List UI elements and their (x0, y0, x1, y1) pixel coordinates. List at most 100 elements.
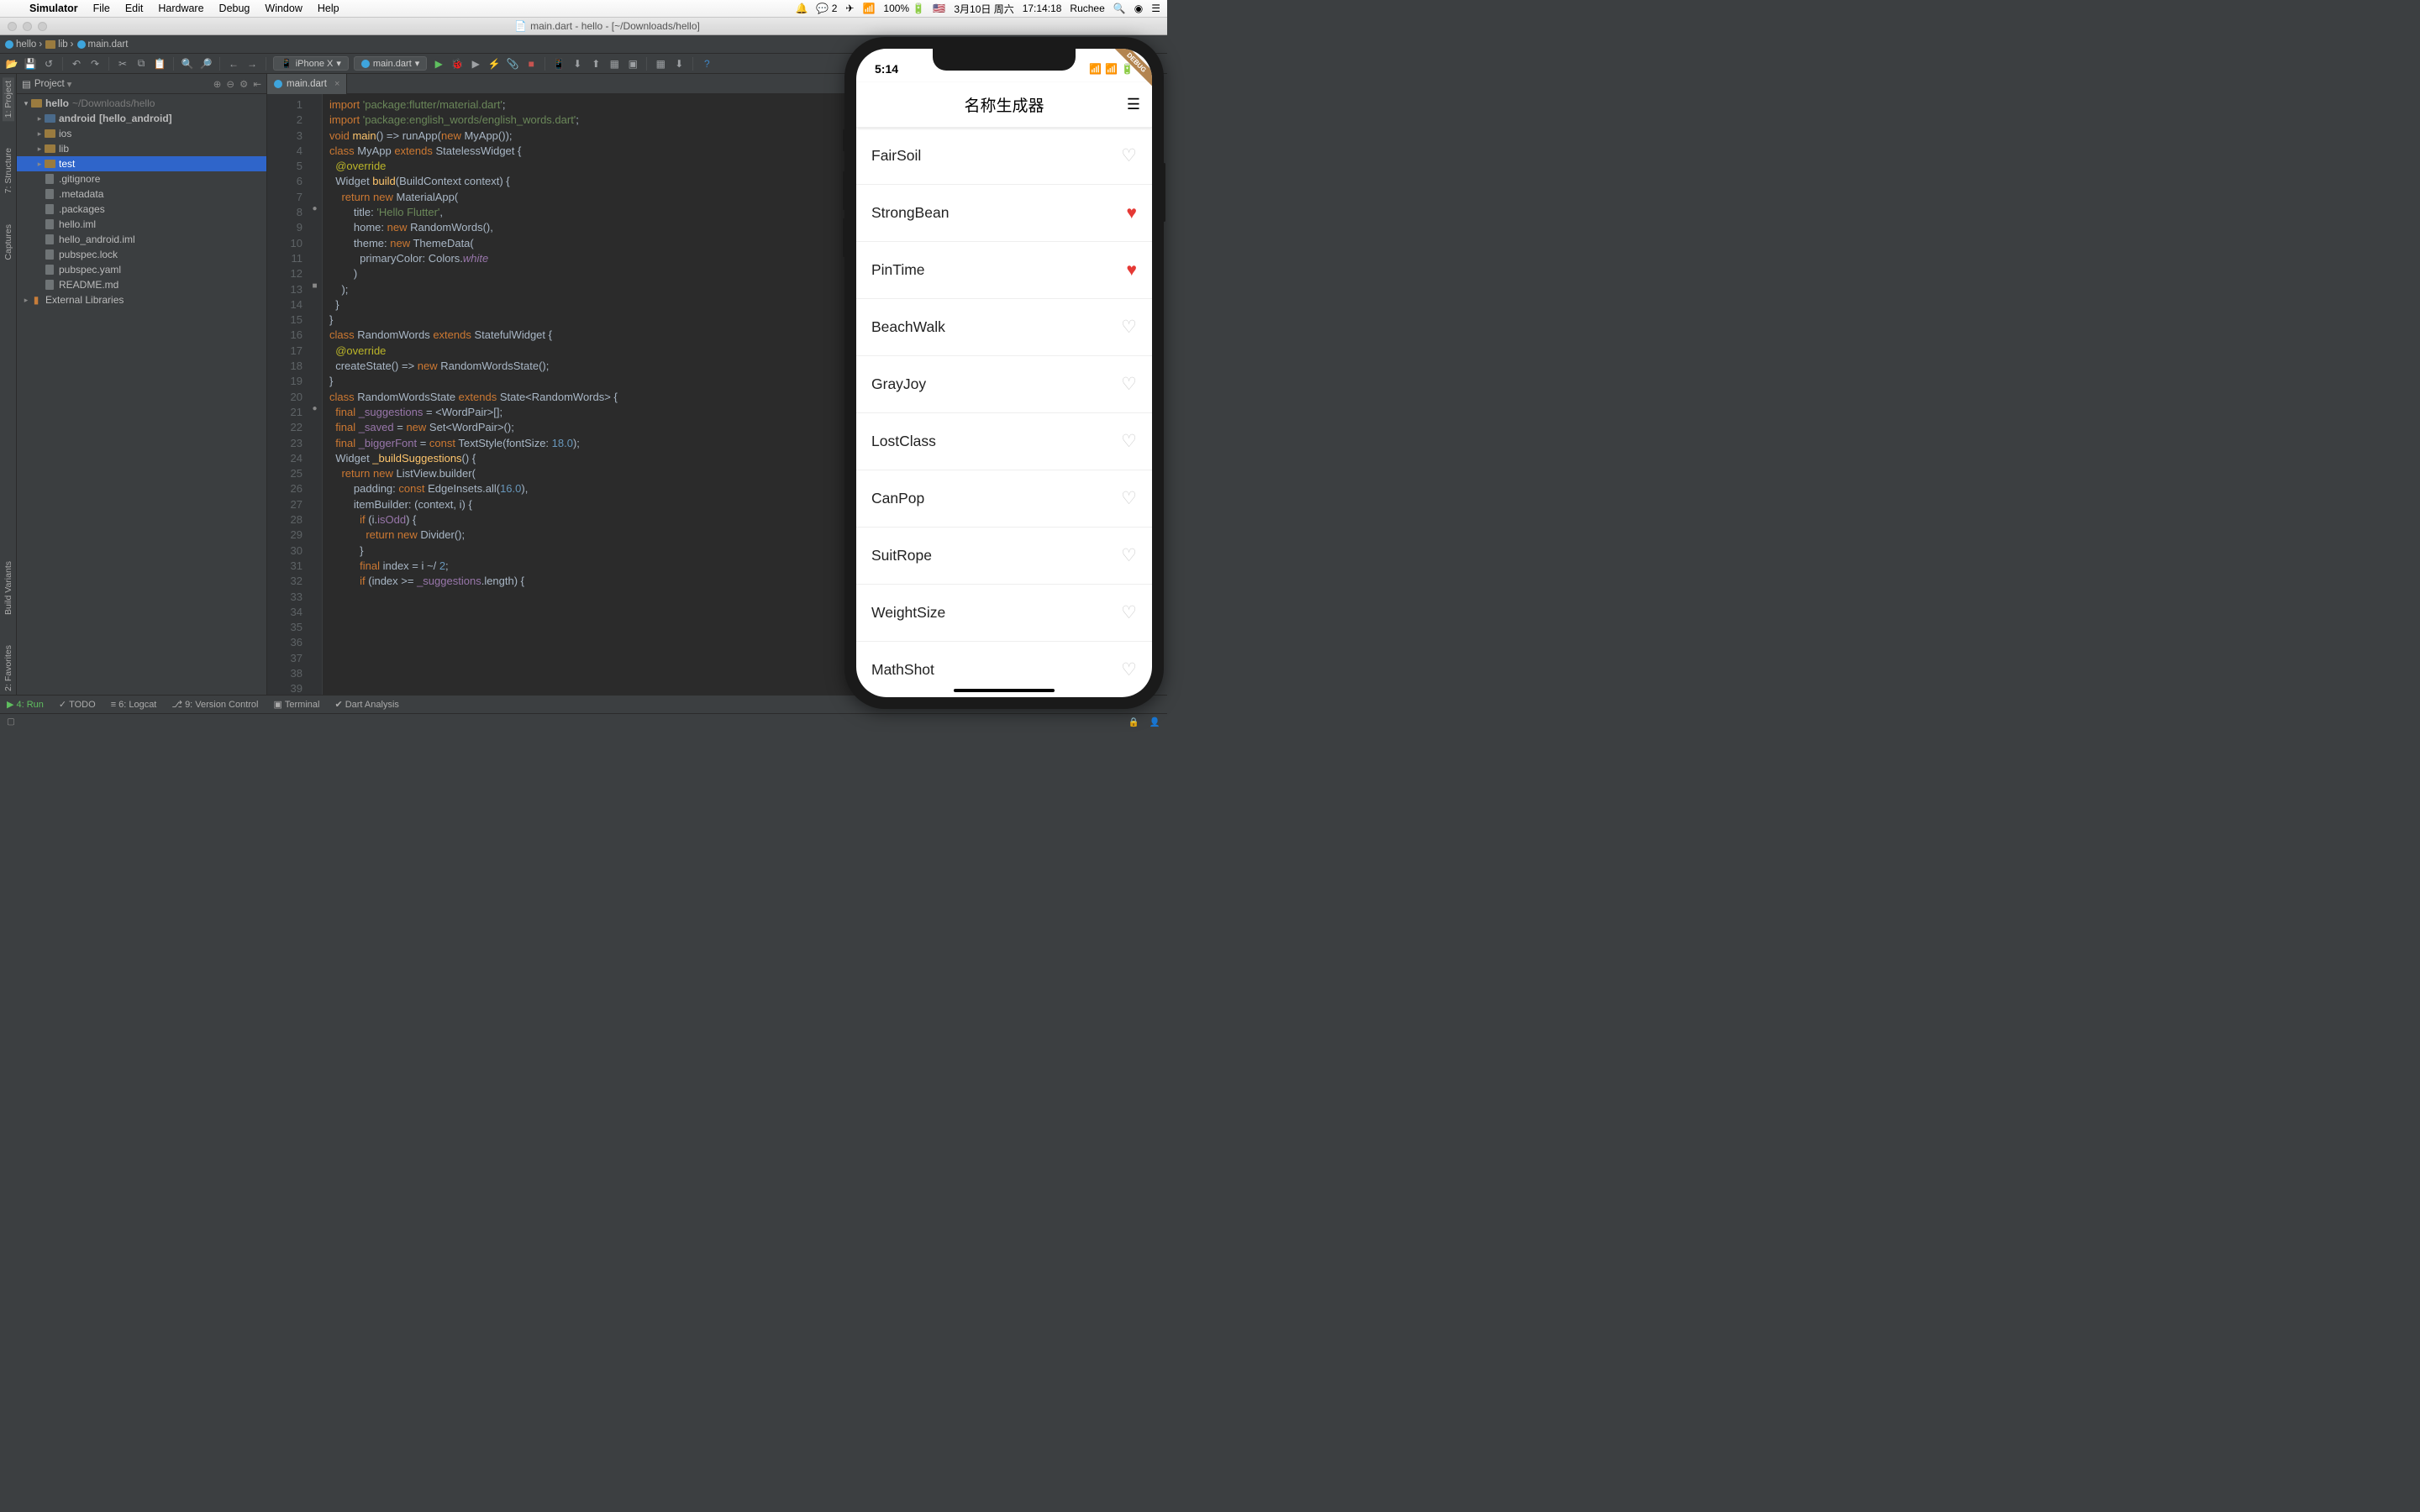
tool-project-tab[interactable]: 1: Project (3, 77, 14, 121)
panel-settings-icon[interactable]: ⚙ (239, 78, 248, 90)
menu-help[interactable]: Help (310, 3, 347, 14)
redo-button[interactable]: ↷ (88, 57, 102, 71)
tool-terminal[interactable]: ▣ Terminal (274, 699, 320, 710)
avd-button[interactable]: 📱 (552, 57, 566, 71)
status-telegram-icon[interactable]: ✈ (845, 3, 854, 14)
favorite-heart-icon[interactable]: ♡ (1121, 374, 1137, 395)
tool-run[interactable]: ▶ 4: Run (7, 699, 44, 710)
close-tab-icon[interactable]: × (334, 79, 339, 89)
list-item[interactable]: BeachWalk♡ (856, 299, 1152, 356)
status-battery[interactable]: 100% 🔋 (883, 3, 924, 14)
favorite-heart-icon[interactable]: ♡ (1121, 488, 1137, 509)
tree-node[interactable]: hello.iml (17, 217, 266, 232)
tree-node[interactable]: ▸test (17, 156, 266, 171)
menu-file[interactable]: File (86, 3, 118, 14)
tree-root[interactable]: ▾hello~/Downloads/hello (17, 96, 266, 111)
tool-dart-analysis[interactable]: ✔ Dart Analysis (334, 699, 398, 710)
help-button[interactable]: ? (700, 57, 713, 71)
profile-button[interactable]: ▶ (469, 57, 482, 71)
paste-button[interactable]: 📋 (153, 57, 166, 71)
traffic-lights[interactable] (8, 22, 47, 31)
tree-node[interactable]: hello_android.iml (17, 232, 266, 247)
favorite-heart-icon[interactable]: ♥ (1127, 260, 1137, 281)
list-action-icon[interactable]: ☰ (1127, 96, 1140, 113)
status-search-icon[interactable]: 🔍 (1113, 3, 1126, 14)
tool-build-variants-tab[interactable]: Build Variants (3, 558, 14, 618)
tool-vcs[interactable]: ⎇ 9: Version Control (171, 699, 258, 710)
forward-button[interactable]: → (245, 57, 259, 71)
list-item[interactable]: LostClass♡ (856, 413, 1152, 470)
favorite-heart-icon[interactable]: ♡ (1121, 431, 1137, 452)
back-button[interactable]: ← (227, 57, 240, 71)
status-wechat[interactable]: 💬 2 (816, 3, 837, 14)
outline-button[interactable]: ⬇ (672, 57, 686, 71)
undo-button[interactable]: ↶ (70, 57, 83, 71)
menu-hardware[interactable]: Hardware (150, 3, 211, 14)
sdk-button[interactable]: ⬇ (571, 57, 584, 71)
save-button[interactable]: 💾 (24, 57, 37, 71)
copy-button[interactable]: ⧉ (134, 57, 148, 71)
layout-button[interactable]: ▣ (626, 57, 639, 71)
tree-node[interactable]: ▸ios (17, 126, 266, 141)
status-siri-icon[interactable]: ◉ (1134, 3, 1143, 14)
menu-window[interactable]: Window (257, 3, 309, 14)
editor-tab-main[interactable]: main.dart × (267, 74, 347, 94)
list-item[interactable]: PinTime♥ (856, 242, 1152, 299)
tree-node[interactable]: pubspec.yaml (17, 262, 266, 277)
list-item[interactable]: FairSoil♡ (856, 128, 1152, 185)
list-item[interactable]: SuitRope♡ (856, 528, 1152, 585)
word-list[interactable]: FairSoil♡StrongBean♥PinTime♥BeachWalk♡Gr… (856, 128, 1152, 697)
panel-hide-icon[interactable]: ⇤ (253, 78, 261, 90)
tree-node[interactable]: README.md (17, 277, 266, 292)
attach-button[interactable]: 📎 (506, 57, 519, 71)
status-lock-icon[interactable]: 🔒 (1128, 717, 1139, 727)
favorite-heart-icon[interactable]: ♥ (1127, 203, 1137, 223)
tree-node[interactable]: ▸lib (17, 141, 266, 156)
list-item[interactable]: StrongBean♥ (856, 185, 1152, 242)
tree-node[interactable]: .metadata (17, 186, 266, 202)
inspector-button[interactable]: ▦ (654, 57, 667, 71)
status-time[interactable]: 17:14:18 (1023, 3, 1062, 14)
list-item[interactable]: CanPop♡ (856, 470, 1152, 528)
list-item[interactable]: GrayJoy♡ (856, 356, 1152, 413)
cut-button[interactable]: ✂ (116, 57, 129, 71)
favorite-heart-icon[interactable]: ♡ (1121, 602, 1137, 623)
favorite-heart-icon[interactable]: ♡ (1121, 659, 1137, 680)
status-man-icon[interactable]: 👤 (1150, 717, 1160, 727)
panel-collapse-icon[interactable]: ⊖ (226, 78, 234, 90)
tool-favorites-tab[interactable]: 2: Favorites (3, 642, 14, 695)
debug-button[interactable]: 🐞 (450, 57, 464, 71)
tree-external-libs[interactable]: ▸▮External Libraries (17, 292, 266, 307)
home-indicator[interactable] (954, 689, 1055, 692)
crumb-file[interactable]: main.dart (77, 39, 129, 50)
tree-node[interactable]: .gitignore (17, 171, 266, 186)
favorite-heart-icon[interactable]: ♡ (1121, 545, 1137, 566)
project-panel-title[interactable]: Project (34, 79, 65, 89)
favorite-heart-icon[interactable]: ♡ (1121, 145, 1137, 166)
tool-captures-tab[interactable]: Captures (3, 221, 14, 264)
crumb-project[interactable]: hello › (5, 39, 42, 50)
simulator-screen[interactable]: DEBUG 5:14 📶 📶 🔋 名称生成器 ☰ FairSoil♡Strong… (856, 49, 1152, 697)
stop-button[interactable]: ■ (524, 57, 538, 71)
status-user[interactable]: Ruchee (1070, 3, 1104, 14)
hot-reload-button[interactable]: ⚡ (487, 57, 501, 71)
run-button[interactable]: ▶ (432, 57, 445, 71)
favorite-heart-icon[interactable]: ♡ (1121, 317, 1137, 338)
status-bell-icon[interactable]: 🔔 (795, 3, 808, 14)
open-button[interactable]: 📂 (5, 57, 18, 71)
menu-edit[interactable]: Edit (118, 3, 151, 14)
tool-structure-tab[interactable]: 7: Structure (3, 144, 14, 197)
device-selector[interactable]: 📱 iPhone X ▾ (273, 56, 349, 71)
crumb-lib[interactable]: lib › (45, 39, 73, 50)
list-item[interactable]: WeightSize♡ (856, 585, 1152, 642)
tree-node[interactable]: ▸android[hello_android] (17, 111, 266, 126)
structure-button[interactable]: ▦ (608, 57, 621, 71)
status-date[interactable]: 3月10日 周六 (954, 2, 1013, 16)
menu-simulator[interactable]: Simulator (22, 3, 86, 14)
sync-gradle-button[interactable]: ⬆ (589, 57, 602, 71)
status-control-icon[interactable]: ☰ (1151, 3, 1160, 14)
tree-node[interactable]: .packages (17, 202, 266, 217)
panel-expand-icon[interactable]: ⊕ (213, 78, 222, 90)
sync-button[interactable]: ↺ (42, 57, 55, 71)
status-flag-icon[interactable]: 🇺🇸 (933, 3, 945, 14)
